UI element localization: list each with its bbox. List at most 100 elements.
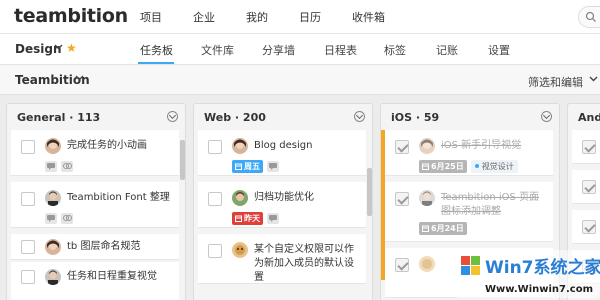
tab-settings[interactable]: 设置 [488, 42, 510, 58]
task-checkbox[interactable] [21, 140, 35, 154]
calendar-icon [422, 225, 429, 232]
column-header: iOS · 59 [381, 104, 559, 130]
tab-share-wall[interactable]: 分享墙 [262, 42, 295, 58]
task-card[interactable]: Blog design 周五 [198, 130, 366, 176]
task-card[interactable] [572, 210, 600, 244]
tab-files[interactable]: 文件库 [201, 42, 234, 58]
task-checkbox[interactable] [395, 140, 409, 154]
nav-projects[interactable]: 项目 [140, 9, 162, 25]
task-checkbox[interactable] [395, 192, 409, 206]
due-date-badge[interactable]: 6月24日 [419, 221, 467, 235]
task-title: 完成任务的小动画 [67, 140, 147, 151]
tab-schedule[interactable]: 日程表 [324, 42, 357, 58]
task-card[interactable]: 归档功能优化 昨天 [198, 182, 366, 228]
chevron-down-icon[interactable] [54, 44, 63, 50]
scrollbar[interactable] [367, 168, 372, 216]
column-header: General · 113 [7, 104, 185, 130]
task-card[interactable]: 完成任务的小动画 [11, 130, 179, 176]
task-checkbox[interactable] [208, 244, 222, 258]
column-menu-icon[interactable] [167, 111, 178, 122]
task-card[interactable]: 某个自定义权限可以作为新加入成员的默认设置 [198, 234, 366, 284]
due-date-label: 周五 [244, 161, 260, 171]
chevron-down-icon[interactable] [75, 75, 84, 81]
task-tag[interactable]: 视觉设计 [470, 159, 518, 173]
board-toolbar: Teambition 筛选和编辑 [0, 65, 600, 95]
task-card[interactable] [572, 170, 600, 204]
search-input[interactable] [578, 6, 600, 28]
task-meta: 昨天 [232, 211, 279, 225]
link-icon [61, 160, 73, 172]
task-checkbox[interactable] [208, 140, 222, 154]
avatar [232, 190, 248, 206]
task-checkbox[interactable] [208, 192, 222, 206]
avatar [419, 256, 435, 272]
tag-label: 视觉设计 [481, 161, 514, 171]
task-title: 归档功能优化 [254, 192, 314, 203]
tab-task-board[interactable]: 任务板 [140, 42, 173, 58]
project-bar: Design ★ 任务板 文件库 分享墙 日程表 标签 记账 设置 [0, 34, 600, 65]
comment-icon [267, 212, 279, 224]
column-title: General · 113 [17, 111, 101, 124]
avatar [232, 138, 248, 154]
avatar [45, 239, 61, 255]
nav-calendar[interactable]: 日历 [299, 9, 321, 25]
task-checkbox[interactable] [21, 240, 35, 254]
avatar [45, 138, 61, 154]
task-checkbox[interactable] [21, 270, 35, 284]
comment-icon [267, 160, 279, 172]
tag-dot-icon [474, 164, 479, 168]
column-menu-icon[interactable] [354, 111, 365, 122]
due-date-badge[interactable]: 6月25日 [419, 159, 467, 173]
tab-accounting[interactable]: 记账 [436, 42, 458, 58]
active-tab-indicator [138, 62, 174, 64]
task-checkbox[interactable] [582, 140, 596, 154]
nav-mine[interactable]: 我的 [246, 9, 268, 25]
due-date-badge[interactable]: 昨天 [232, 211, 263, 225]
scrollbar[interactable] [180, 140, 185, 180]
task-checkbox[interactable] [582, 180, 596, 194]
task-card[interactable]: 任务和日程重复视觉 [11, 262, 179, 300]
task-title: iOS 新手引导视觉 [441, 140, 522, 151]
chevron-down-icon[interactable] [589, 76, 598, 82]
avatar [232, 242, 248, 258]
calendar-icon [422, 163, 429, 170]
column-title: Andr [578, 111, 600, 124]
nav-enterprise[interactable]: 企业 [193, 9, 215, 25]
column-menu-icon[interactable] [541, 111, 552, 122]
avatar [419, 138, 435, 154]
column-header: Web · 200 [194, 104, 372, 130]
watermark-url: Www.Winwin7.com [485, 284, 593, 295]
calendar-icon [235, 163, 242, 170]
nav-inbox[interactable]: 收件箱 [352, 9, 385, 25]
task-card[interactable]: iOS 新手引导视觉 6月25日 视觉设计 [385, 130, 553, 176]
due-date-label: 6月25日 [431, 161, 464, 171]
due-date-label: 昨天 [244, 213, 260, 223]
search-icon [585, 11, 596, 22]
task-card[interactable]: tb 图层命名规范 [11, 234, 179, 260]
comment-icon [45, 160, 57, 172]
avatar [419, 190, 435, 206]
tab-tags[interactable]: 标签 [384, 42, 406, 58]
task-title: Teambition Font 整理 [67, 192, 170, 203]
task-checkbox[interactable] [21, 192, 35, 206]
brand-logo[interactable]: teambition [14, 5, 128, 27]
task-card[interactable] [572, 130, 600, 164]
column-title: iOS · 59 [391, 111, 440, 124]
task-meta: 周五 [232, 159, 279, 173]
task-card[interactable]: Teambition Font 整理 [11, 182, 179, 228]
task-title: 任务和日程重复视觉 [67, 271, 157, 282]
task-title: tb 图层命名规范 [67, 241, 141, 252]
filter-edit-button[interactable]: 筛选和编辑 [528, 74, 583, 90]
task-title: 某个自定义权限可以作为新加入成员的默认设置 [254, 244, 354, 283]
watermark-logo: Win7系统之家 Www.Winwin7.com [455, 248, 600, 300]
due-date-badge[interactable]: 周五 [232, 159, 263, 173]
task-checkbox[interactable] [582, 220, 596, 234]
task-meta [45, 160, 73, 172]
task-meta: 6月25日 视觉设计 [419, 159, 518, 173]
task-checkbox[interactable] [395, 258, 409, 272]
task-card[interactable]: Teambition iOS 页面图标添加调整 6月24日 [385, 182, 553, 242]
star-icon[interactable]: ★ [66, 41, 77, 55]
task-meta [45, 212, 73, 224]
column-web: Web · 200 Blog design 周五 归档功能优化 昨天 某个自定义… [193, 103, 373, 300]
task-meta: 6月24日 [419, 221, 467, 235]
